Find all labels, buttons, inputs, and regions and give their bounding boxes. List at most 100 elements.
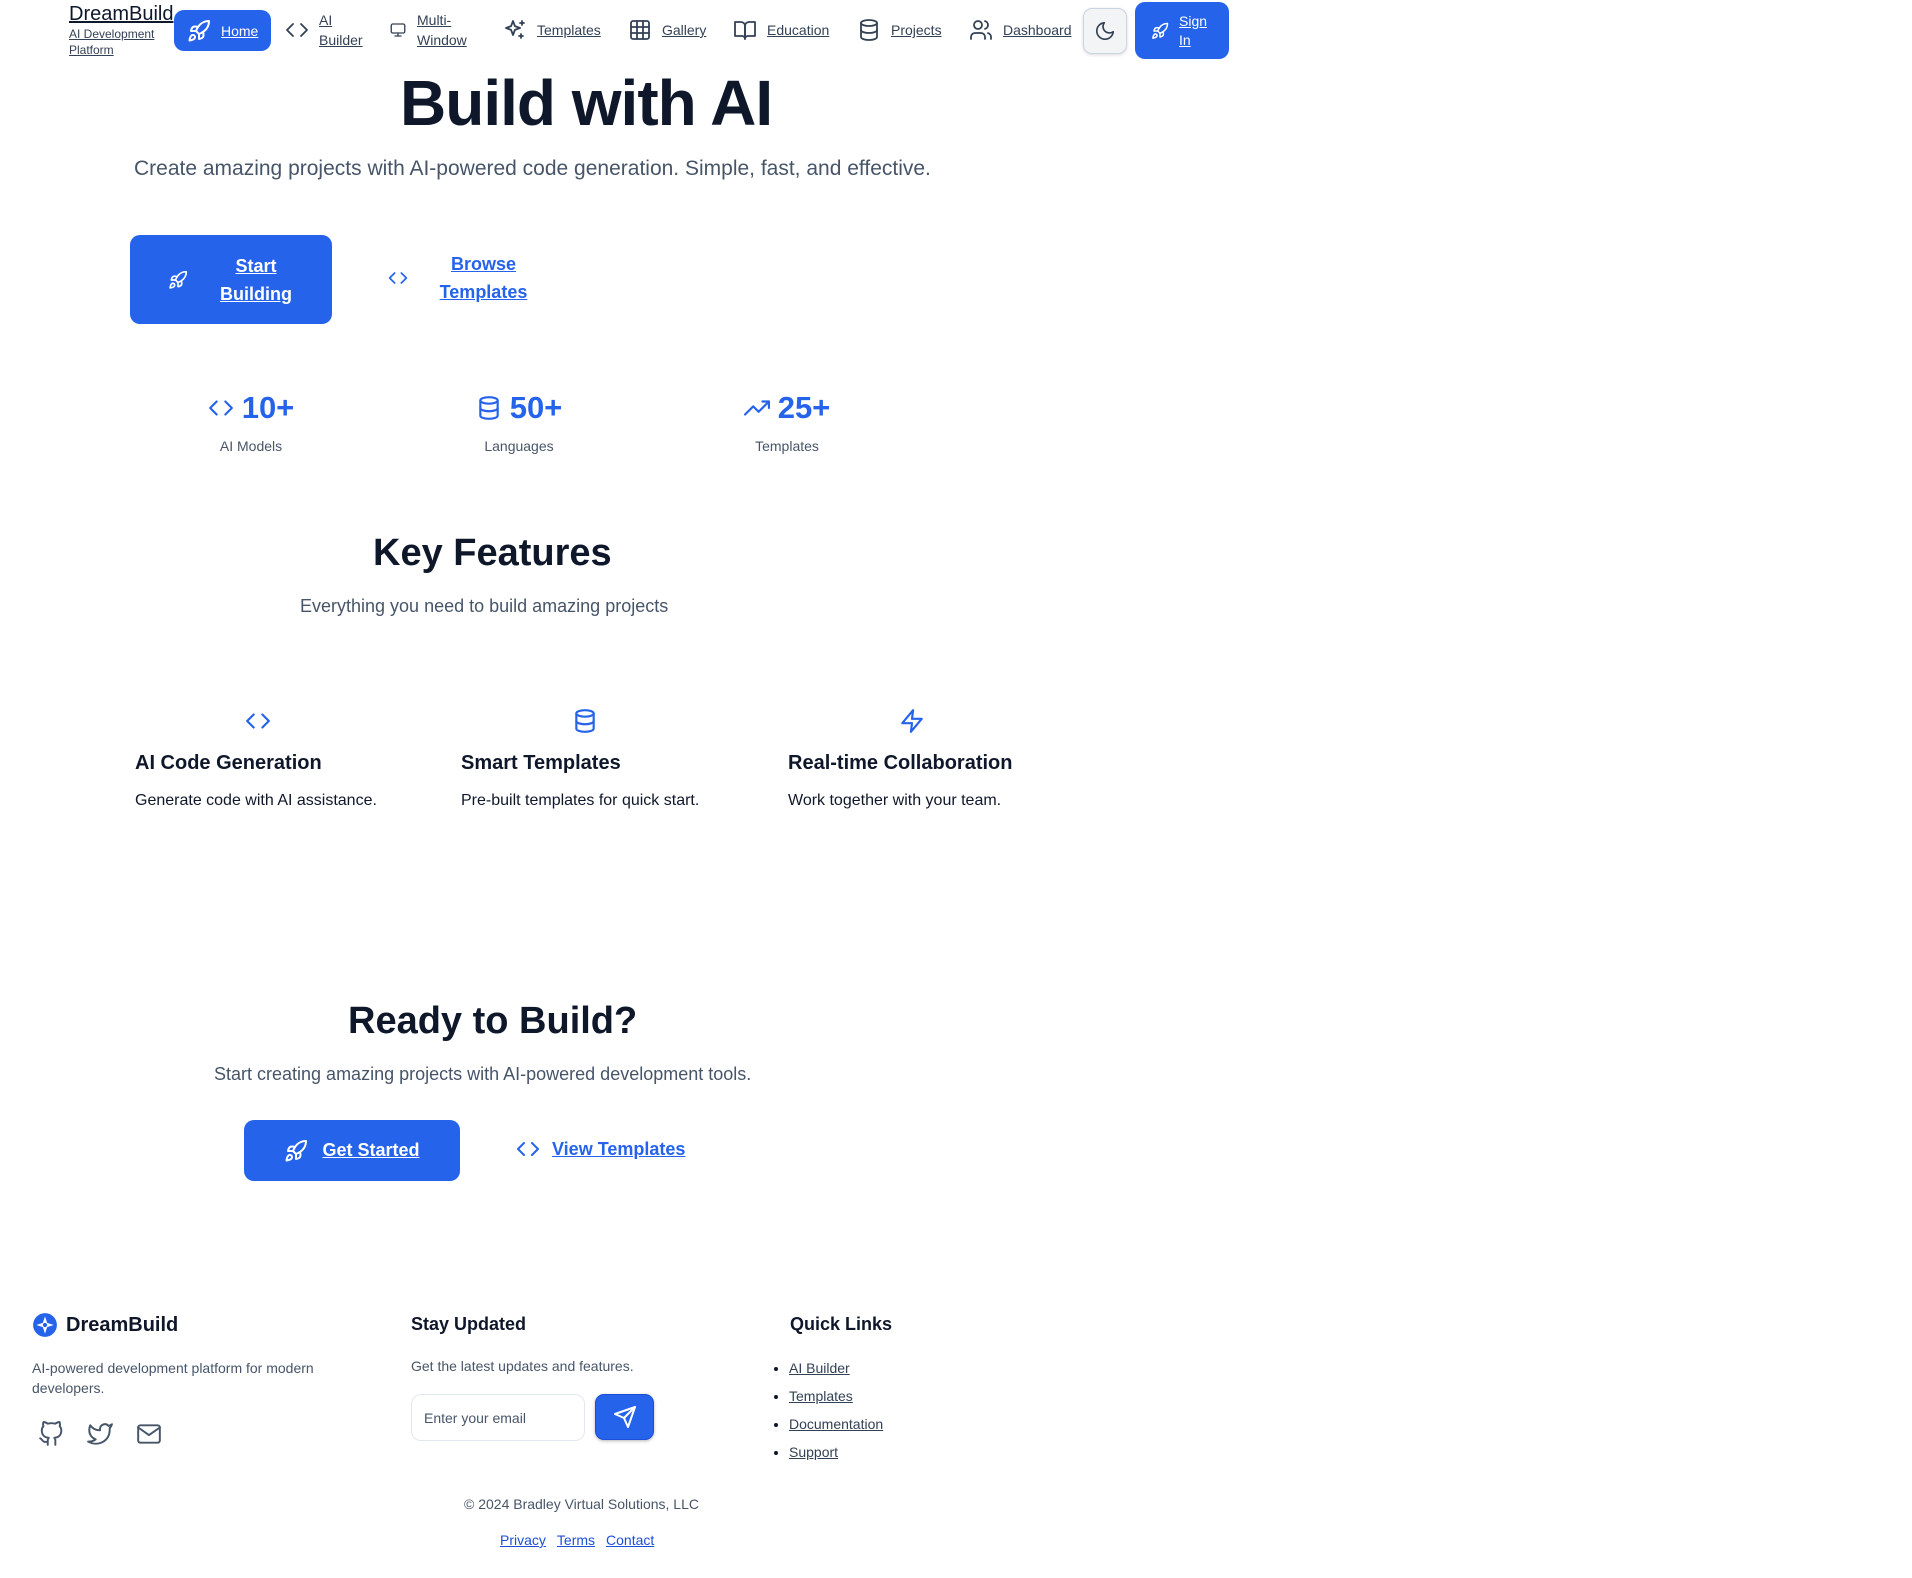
- logo-icon: [33, 1313, 57, 1337]
- feature-description: Pre-built templates for quick start.: [461, 792, 700, 809]
- twitter-icon: [87, 1423, 113, 1445]
- trending-up-icon: [743, 400, 770, 416]
- zap-icon: [901, 709, 923, 733]
- nav-multi-window[interactable]: Multi-Window: [389, 10, 469, 50]
- get-started-button[interactable]: Get Started: [244, 1120, 460, 1181]
- legal-links: Privacy Terms Contact: [500, 1532, 654, 1548]
- sign-in-button[interactable]: Sign In: [1135, 2, 1229, 59]
- stat-label: Templates: [755, 438, 819, 454]
- feature-description: Generate code with AI assistance.: [135, 792, 377, 809]
- quick-link-ai-builder[interactable]: AI Builder: [789, 1360, 850, 1376]
- rocket-icon: [188, 19, 210, 41]
- nav-education-label: Education: [767, 22, 830, 38]
- view-templates-label: View Templates: [552, 1138, 686, 1159]
- quick-link-documentation[interactable]: Documentation: [789, 1416, 883, 1432]
- feature-description: Work together with your team.: [788, 792, 1002, 809]
- stat-value: 50+: [509, 390, 563, 425]
- nav-multi-window-label: Multi-Window: [417, 12, 467, 48]
- brand-name[interactable]: DreamBuild: [69, 2, 173, 26]
- stat-languages: 50+ Languages: [439, 388, 599, 454]
- quick-links-list: AI Builder Templates Documentation Suppo…: [773, 1358, 883, 1470]
- footer-brand-name: DreamBuild: [66, 1313, 179, 1336]
- mail-link[interactable]: [136, 1421, 162, 1447]
- code-icon: [286, 23, 308, 37]
- newsletter-text: Get the latest updates and features.: [411, 1358, 634, 1374]
- start-building-button[interactable]: Start Building: [130, 235, 332, 324]
- subscribe-button[interactable]: [595, 1394, 654, 1440]
- code-icon: [208, 400, 233, 416]
- nav-gallery-label: Gallery: [662, 22, 707, 38]
- sign-in-label: Sign In: [1179, 12, 1208, 48]
- brand-tagline[interactable]: AI Development Platform: [69, 26, 169, 58]
- send-icon: [613, 1406, 636, 1428]
- hero-subtitle: Create amazing projects with AI-powered …: [134, 157, 931, 180]
- database-icon: [860, 19, 878, 41]
- feature-card: Smart Templates Pre-built templates for …: [461, 708, 741, 810]
- mail-icon: [137, 1424, 161, 1444]
- feature-card: AI Code Generation Generate code with AI…: [135, 708, 415, 810]
- code-icon: [388, 272, 408, 284]
- copyright: © 2024 Bradley Virtual Solutions, LLC: [464, 1496, 699, 1512]
- rocket-icon: [1152, 22, 1169, 39]
- newsletter-title: Stay Updated: [411, 1314, 527, 1334]
- cta-title: Ready to Build?: [348, 1000, 638, 1042]
- list-item: Documentation: [789, 1414, 883, 1434]
- users-icon: [970, 20, 992, 40]
- list-item: Templates: [789, 1386, 883, 1406]
- cta-subtitle: Start creating amazing projects with AI-…: [214, 1064, 752, 1084]
- footer-description: AI-powered development platform for mode…: [32, 1360, 314, 1396]
- nav-education[interactable]: Education: [733, 18, 829, 42]
- terms-link[interactable]: Terms: [557, 1532, 595, 1548]
- grid-icon: [630, 20, 650, 40]
- book-icon: [734, 21, 756, 40]
- rocket-icon: [285, 1139, 308, 1161]
- nav-templates[interactable]: Templates: [503, 18, 601, 42]
- browse-templates-label: Browse Templates: [439, 254, 528, 302]
- nav-gallery[interactable]: Gallery: [628, 18, 706, 42]
- features-title: Key Features: [373, 532, 612, 574]
- sparkles-icon: [505, 20, 525, 39]
- nav-templates-label: Templates: [537, 22, 601, 38]
- code-icon: [246, 713, 270, 729]
- twitter-link[interactable]: [87, 1421, 113, 1447]
- code-icon: [517, 1142, 539, 1156]
- github-link[interactable]: [38, 1421, 64, 1447]
- stat-label: AI Models: [219, 438, 283, 454]
- feature-card: Real-time Collaboration Work together wi…: [788, 708, 1068, 810]
- feature-title: Smart Templates: [461, 752, 621, 774]
- hero-title: Build with AI: [400, 67, 773, 139]
- rocket-icon: [169, 270, 188, 289]
- nav-home[interactable]: Home: [174, 10, 272, 51]
- features-subtitle: Everything you need to build amazing pro…: [300, 596, 669, 616]
- stat-value: 10+: [241, 390, 295, 425]
- email-input[interactable]: [411, 1394, 585, 1441]
- database-icon: [478, 396, 499, 420]
- privacy-link[interactable]: Privacy: [500, 1532, 546, 1548]
- footer-brand: DreamBuild: [32, 1312, 178, 1338]
- nav-ai-builder[interactable]: AI Builder: [285, 10, 371, 50]
- database-icon: [575, 709, 595, 733]
- nav-projects[interactable]: Projects: [857, 18, 942, 42]
- start-building-label: Start Building: [220, 255, 292, 304]
- browse-templates-button[interactable]: Browse Templates: [388, 250, 531, 306]
- quick-link-templates[interactable]: Templates: [789, 1388, 853, 1404]
- brand[interactable]: DreamBuild AI Development Platform: [69, 2, 173, 58]
- nav-dashboard-label: Dashboard: [1003, 22, 1072, 38]
- contact-link[interactable]: Contact: [606, 1532, 654, 1548]
- theme-toggle-button[interactable]: [1083, 8, 1127, 54]
- nav-ai-builder-label: AI Builder: [319, 12, 363, 48]
- stat-templates: 25+ Templates: [707, 388, 867, 454]
- feature-title: Real-time Collaboration: [788, 752, 1013, 774]
- list-item: Support: [789, 1442, 883, 1462]
- monitor-icon: [390, 23, 406, 37]
- get-started-label: Get Started: [322, 1140, 420, 1160]
- nav-dashboard[interactable]: Dashboard: [969, 18, 1072, 42]
- view-templates-button[interactable]: View Templates: [516, 1137, 685, 1161]
- github-icon: [39, 1421, 63, 1446]
- quick-links-title: Quick Links: [790, 1314, 893, 1334]
- list-item: AI Builder: [789, 1358, 883, 1378]
- nav-home-label: Home: [221, 22, 259, 39]
- quick-link-support[interactable]: Support: [789, 1444, 838, 1460]
- nav-projects-label: Projects: [891, 22, 942, 38]
- stat-label: Languages: [484, 438, 554, 454]
